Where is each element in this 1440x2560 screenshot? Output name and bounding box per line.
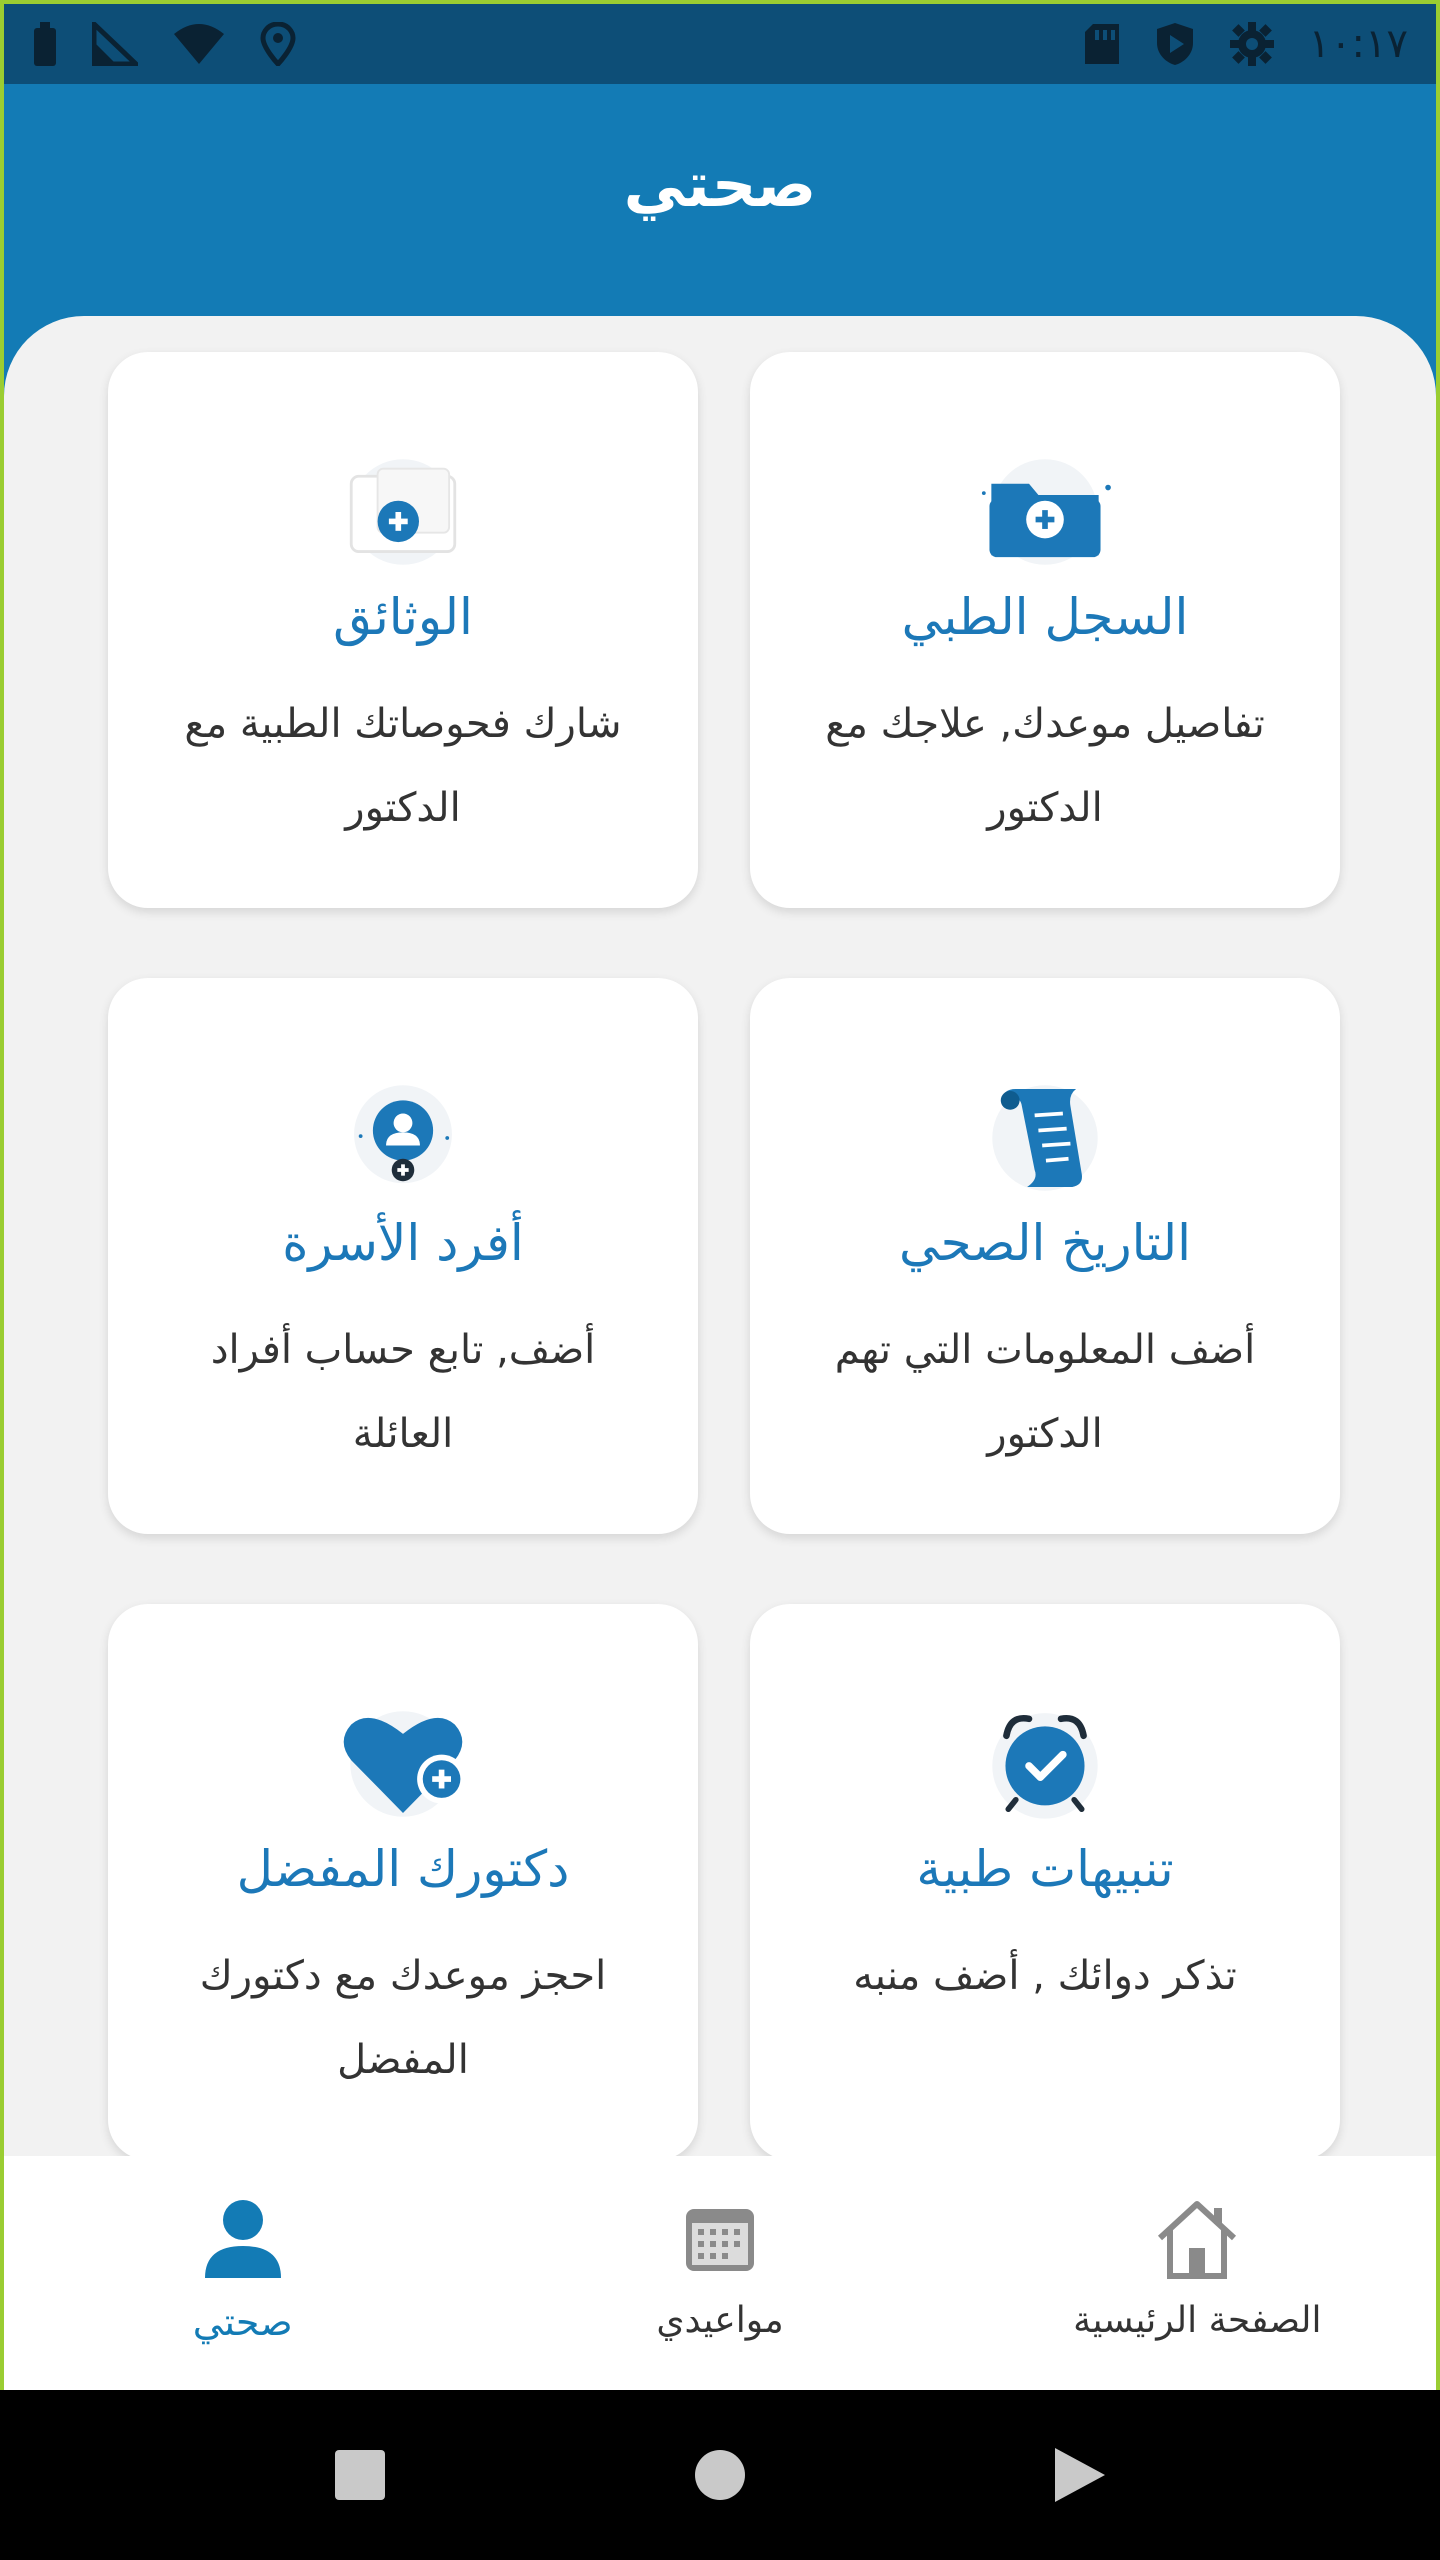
family-add-icon bbox=[323, 1078, 483, 1198]
person-icon bbox=[203, 2194, 283, 2284]
status-icons-right: ١٠:١٧ bbox=[1083, 21, 1408, 67]
card-documents[interactable]: الوثائق شارك فحوصاتك الطبية مع الدكتور bbox=[108, 352, 698, 908]
home-button-icon[interactable] bbox=[693, 2448, 747, 2502]
calendar-icon bbox=[682, 2194, 758, 2284]
card-favorite-doctor[interactable]: دكتورك المفضل احجز موعدك مع دكتورك المفض… bbox=[108, 1604, 698, 2156]
heart-add-icon bbox=[323, 1704, 483, 1824]
card-title: التاريخ الصحي bbox=[898, 1214, 1192, 1272]
card-title: السجل الطبي bbox=[901, 588, 1189, 646]
recents-icon[interactable] bbox=[333, 2448, 387, 2502]
card-description: أضف المعلومات التي تهم الدكتور bbox=[834, 1327, 1256, 1457]
location-icon bbox=[260, 22, 296, 66]
scroll-icon bbox=[965, 1078, 1125, 1198]
back-icon[interactable] bbox=[1053, 2446, 1107, 2504]
nav-item-my-health[interactable]: صحتي bbox=[4, 2156, 481, 2390]
card-description: تفاصيل موعدك, علاجك مع الدكتور bbox=[825, 701, 1265, 831]
battery-icon bbox=[34, 22, 56, 66]
card-title: تنبيهات طبية bbox=[916, 1840, 1174, 1898]
content-area: السجل الطبي تفاصيل موعدك, علاجك مع الدكت… bbox=[4, 316, 1436, 2156]
alarm-icon bbox=[965, 1704, 1125, 1824]
nav-item-home[interactable]: الصفحة الرئيسية bbox=[959, 2156, 1436, 2390]
card-description: شارك فحوصاتك الطبية مع الدكتور bbox=[184, 701, 622, 831]
status-icons-left bbox=[32, 22, 296, 66]
status-bar: ١٠:١٧ bbox=[4, 4, 1436, 84]
card-medical-alerts[interactable]: تنبيهات طبية تذكر دوائك , أضف منبه bbox=[750, 1604, 1340, 2156]
folder-add-icon bbox=[965, 452, 1125, 572]
card-health-history[interactable]: التاريخ الصحي أضف المعلومات التي تهم الد… bbox=[750, 978, 1340, 1534]
shield-icon bbox=[1156, 23, 1193, 65]
home-icon bbox=[1152, 2194, 1242, 2284]
card-title: أفرد الأسرة bbox=[282, 1214, 524, 1272]
wifi-icon bbox=[174, 24, 224, 64]
nav-label: الصفحة الرئيسية bbox=[1073, 2300, 1322, 2341]
system-navigation-bar bbox=[0, 2390, 1440, 2560]
signal-icon bbox=[92, 22, 138, 66]
nav-label: صحتي bbox=[192, 2300, 293, 2344]
card-family-members[interactable]: أفرد الأسرة أضف, تابع حساب أفراد العائلة bbox=[108, 978, 698, 1534]
gear-icon bbox=[1229, 22, 1274, 66]
app-frame: ١٠:١٧ صحتي السجل الطبي تفاصيل موعدك, علا… bbox=[0, 0, 1440, 2390]
card-description: احجز موعدك مع دكتورك المفضل bbox=[199, 1953, 607, 2083]
card-medical-record[interactable]: السجل الطبي تفاصيل موعدك, علاجك مع الدكت… bbox=[750, 352, 1340, 908]
card-title: الوثائق bbox=[333, 588, 473, 646]
nav-item-appointments[interactable]: مواعيدي bbox=[481, 2156, 958, 2390]
page-title: صحتي bbox=[623, 148, 817, 221]
card-grid: السجل الطبي تفاصيل موعدك, علاجك مع الدكت… bbox=[108, 352, 1340, 2156]
nav-label: مواعيدي bbox=[656, 2300, 784, 2341]
card-description: تذكر دوائك , أضف منبه bbox=[853, 1953, 1237, 1999]
card-description: أضف, تابع حساب أفراد العائلة bbox=[210, 1327, 596, 1457]
bottom-navigation: الصفحة الرئيسية مواعيدي صحتي bbox=[4, 2156, 1436, 2390]
status-time: ١٠:١٧ bbox=[1308, 21, 1408, 67]
card-title: دكتورك المفضل bbox=[236, 1840, 570, 1898]
sd-card-icon bbox=[1084, 24, 1119, 64]
document-add-icon bbox=[323, 452, 483, 572]
